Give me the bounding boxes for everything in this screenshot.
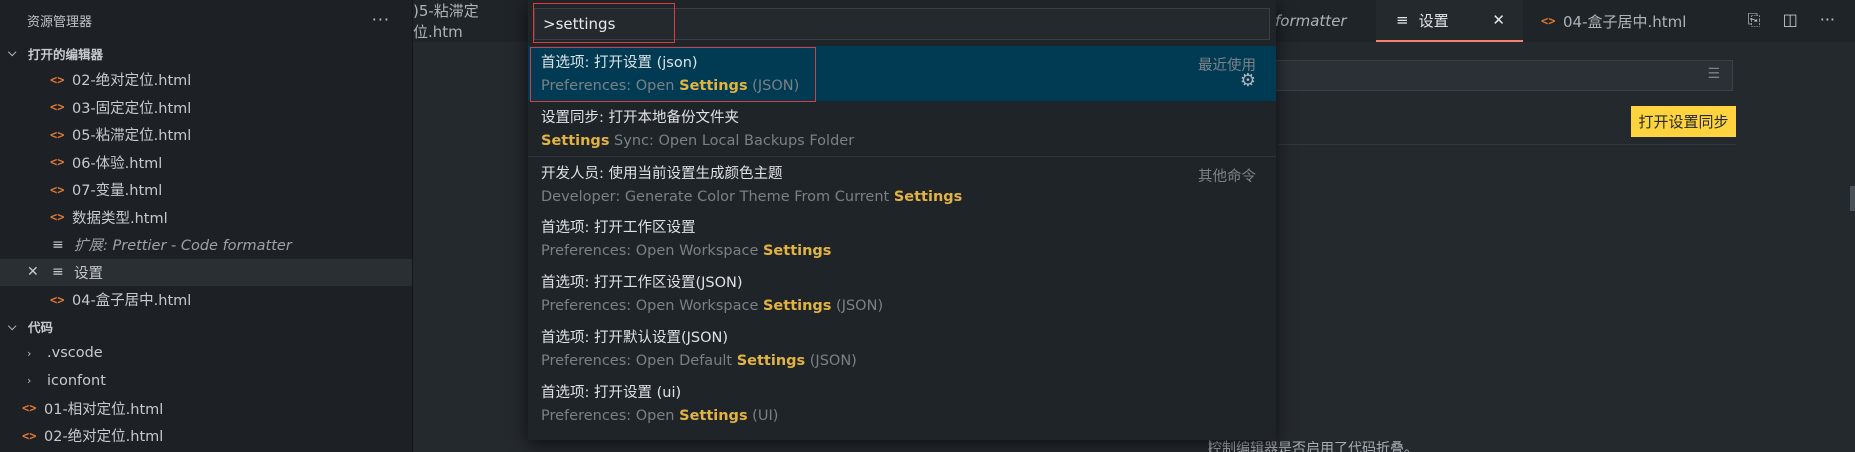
annotation-box <box>530 47 816 102</box>
command-item-selected[interactable]: 首选项: 打开设置 (json) Preferences: Open Setti… <box>528 46 1276 102</box>
tab-label: 04-盒子居中.html <box>1563 12 1687 31</box>
explorer-header: 资源管理器 ··· <box>0 0 412 40</box>
html-file-icon: <> <box>1541 14 1556 28</box>
command-title: 首选项: 打开工作区设置(JSON) <box>541 275 743 291</box>
open-editor-item[interactable]: <> 04-盒子居中.html <box>0 286 412 314</box>
divider <box>1278 144 1736 145</box>
tab-settings[interactable]: ≡ 设置 ✕ <box>1376 0 1523 42</box>
file-item-label: 02-绝对定位.html <box>44 429 164 446</box>
command-subtitle: Preferences: Open Settings (UI) <box>541 408 779 424</box>
open-editor-label: 07-变量.html <box>72 183 163 200</box>
html-file-icon: <> <box>50 182 65 197</box>
file-item[interactable]: <> 02-绝对定位.html <box>0 422 412 450</box>
html-file-icon: <> <box>50 155 65 170</box>
open-editor-label: 04-盒子居中.html <box>72 293 192 310</box>
open-editor-label: 03-固定定位.html <box>72 100 192 117</box>
command-subtitle: Preferences: Open Workspace Settings (JS… <box>541 298 884 314</box>
open-editor-item[interactable]: <> 数据类型.html <box>0 204 412 232</box>
open-editor-item[interactable]: <> 05-粘滞定位.html <box>0 121 412 149</box>
gear-icon[interactable]: ⚙ <box>1240 70 1256 91</box>
command-title: 设置同步: 打开本地备份文件夹 <box>541 110 739 126</box>
command-title: 首选项: 打开工作区设置 <box>541 220 696 236</box>
settings-search-input[interactable]: ☰ <box>1263 60 1733 91</box>
html-file-icon: <> <box>50 127 65 142</box>
open-editor-label: 02-绝对定位.html <box>72 73 192 90</box>
file-item[interactable]: <> 01-相对定位.html <box>0 395 412 423</box>
folder-item-label: .vscode <box>47 345 103 362</box>
tab-label: )5-粘滞定位.htm <box>413 2 479 41</box>
open-editor-item[interactable]: ≡ 扩展: Prettier - Code formatter <box>0 231 412 259</box>
command-item[interactable]: 首选项: 打开工作区设置(JSON) Preferences: Open Wor… <box>528 266 1276 321</box>
html-file-icon: <> <box>50 100 65 115</box>
open-settings-json-icon[interactable]: ⎘ <box>1748 10 1761 30</box>
document-icon: ≡ <box>52 264 64 281</box>
command-subtitle: Preferences: Open Workspace Settings <box>541 243 832 259</box>
tab-prettier-extension[interactable]: formatter <box>1275 0 1347 42</box>
scrollbar-thumb[interactable] <box>1850 186 1855 211</box>
open-editor-item-active[interactable]: ✕ ≡ 设置 <box>0 258 412 286</box>
chevron-down-icon: ⌵ <box>8 46 17 59</box>
close-icon[interactable]: ✕ <box>1492 11 1505 29</box>
command-item[interactable]: 首选项: 打开设置 (ui) Preferences: Open Setting… <box>528 376 1276 431</box>
folder-item[interactable]: › iconfont <box>0 367 412 395</box>
editor-actions: ⎘ ◫ ··· <box>1748 10 1835 30</box>
annotation-box <box>533 3 675 43</box>
folder-label: 代码 <box>28 320 54 335</box>
tab-center-box[interactable]: <> 04-盒子居中.html <box>1541 0 1686 42</box>
command-title: 首选项: 打开默认设置(JSON) <box>541 330 729 346</box>
html-file-icon: <> <box>50 72 65 87</box>
other-commands-label: 其他命令 <box>1198 169 1256 185</box>
command-palette: >settings 首选项: 打开设置 (json) Preferences: … <box>528 0 1276 440</box>
split-editor-icon[interactable]: ◫ <box>1783 10 1798 30</box>
command-list: 首选项: 打开设置 (json) Preferences: Open Setti… <box>528 46 1276 431</box>
command-subtitle: Preferences: Open Default Settings (JSON… <box>541 353 857 369</box>
document-icon: ≡ <box>1396 11 1409 29</box>
command-subtitle: Settings Sync: Open Local Backups Folder <box>541 133 855 149</box>
html-file-icon: <> <box>50 210 65 225</box>
filter-icon[interactable]: ☰ <box>1707 66 1720 82</box>
command-item[interactable]: 首选项: 打开工作区设置 Preferences: Open Workspace… <box>528 211 1276 266</box>
tab-sticky-position[interactable]: )5-粘滞定位.htm <box>413 0 528 42</box>
turn-on-settings-sync-button[interactable]: 打开设置同步 <box>1631 106 1736 137</box>
explorer-sidebar: 资源管理器 ··· ⌵ 打开的编辑器 <> 02-绝对定位.html <> 03… <box>0 0 413 452</box>
command-subtitle: Developer: Generate Color Theme From Cur… <box>541 189 963 205</box>
explorer-title: 资源管理器 <box>27 14 93 30</box>
open-editor-label: 05-粘滞定位.html <box>72 128 192 145</box>
command-item[interactable]: 开发人员: 使用当前设置生成颜色主题 Developer: Generate C… <box>528 156 1276 211</box>
open-editor-label: 数据类型.html <box>72 210 168 227</box>
command-item[interactable]: 设置同步: 打开本地备份文件夹 Settings Sync: Open Loca… <box>528 101 1276 156</box>
chevron-right-icon: › <box>27 374 32 388</box>
open-editor-label: 设置 <box>74 265 103 282</box>
html-file-icon: <> <box>22 428 37 443</box>
folder-item-label: iconfont <box>47 372 106 389</box>
file-item-label: 01-相对定位.html <box>44 401 164 418</box>
more-actions-icon[interactable]: ··· <box>372 10 390 29</box>
folder-section[interactable]: ⌵ 代码 <box>0 314 412 340</box>
chevron-right-icon: › <box>27 346 32 360</box>
tab-label: 设置 <box>1418 11 1449 30</box>
folder-item[interactable]: › .vscode <box>0 340 412 368</box>
open-editor-item[interactable]: <> 02-绝对定位.html <box>0 66 412 94</box>
close-icon[interactable]: ✕ <box>27 264 39 280</box>
html-file-icon: <> <box>22 401 37 416</box>
command-item[interactable]: 首选项: 打开默认设置(JSON) Preferences: Open Defa… <box>528 321 1276 376</box>
setting-description: 控制编辑器是否启用了代码折叠。 <box>1208 441 1418 452</box>
open-editor-label: 扩展: Prettier - Code formatter <box>74 238 292 255</box>
document-icon: ≡ <box>52 236 64 253</box>
command-title: 开发人员: 使用当前设置生成颜色主题 <box>541 166 783 182</box>
tab-label: formatter <box>1275 12 1347 30</box>
open-editor-item[interactable]: <> 03-固定定位.html <box>0 94 412 122</box>
command-title: 首选项: 打开设置 (ui) <box>541 385 682 401</box>
open-editors-section[interactable]: ⌵ 打开的编辑器 <box>0 40 412 66</box>
open-editor-label: 06-体验.html <box>72 155 163 172</box>
open-editor-item[interactable]: <> 07-变量.html <box>0 176 412 204</box>
html-file-icon: <> <box>50 292 65 307</box>
open-editor-item[interactable]: <> 06-体验.html <box>0 149 412 177</box>
more-actions-icon[interactable]: ··· <box>1820 10 1835 30</box>
chevron-down-icon: ⌵ <box>8 319 17 333</box>
open-editors-label: 打开的编辑器 <box>28 46 104 62</box>
